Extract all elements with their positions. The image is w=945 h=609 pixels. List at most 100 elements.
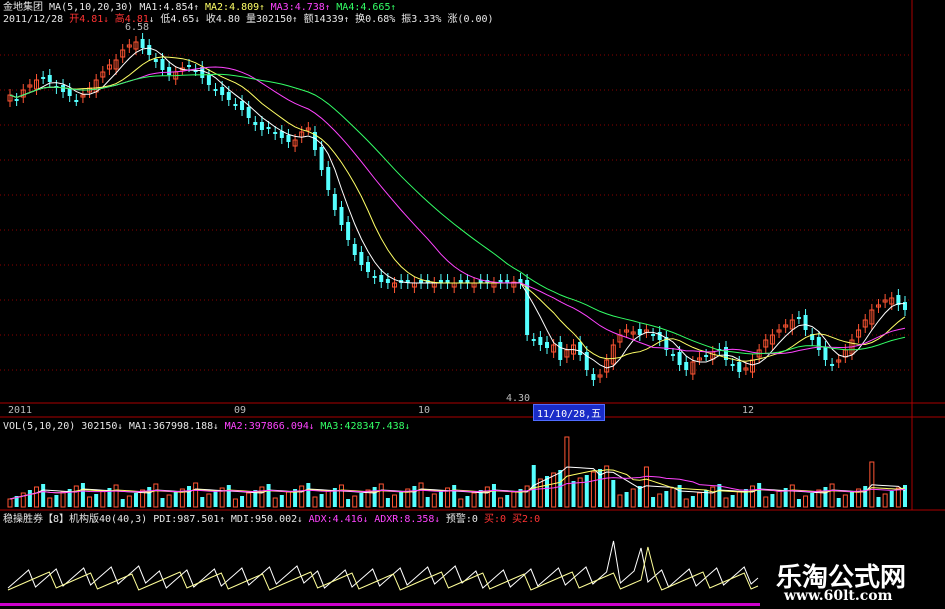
candle-body	[226, 92, 231, 100]
volume-bar	[630, 488, 636, 508]
volume-bar	[259, 486, 265, 508]
volume-header: VOL(5,10,20) 302150↓ MA1:367998.188↓ MA2…	[3, 421, 410, 433]
volume-bar	[491, 484, 496, 507]
down-arrow-icon: ↓	[434, 515, 440, 525]
volume-bar	[173, 492, 178, 507]
candle-body	[326, 167, 331, 190]
ma-settings-label[interactable]: MA(5,10,20,30)	[49, 2, 133, 13]
candle-body	[160, 59, 165, 70]
volume-bar	[113, 484, 119, 508]
candle-body	[379, 275, 384, 282]
volume-indicator-label[interactable]: VOL(5,10,20)	[3, 421, 75, 432]
stock-name[interactable]: 金地集团	[3, 2, 43, 13]
amplitude-value: 振3.33%	[401, 14, 442, 25]
time-axis-label: 12	[742, 405, 755, 416]
down-arrow-icon: ↓	[404, 422, 411, 432]
volume-current: 302150	[81, 421, 118, 432]
pdi-line	[7, 540, 759, 589]
volume-bar	[465, 496, 470, 507]
volume-bar	[153, 483, 159, 508]
candle-body	[796, 317, 801, 319]
down-arrow-icon: ↓	[308, 422, 315, 432]
volume-bar	[571, 481, 576, 507]
volume-bar	[100, 490, 106, 508]
volume-ma2: MA2:397866.094	[224, 421, 309, 432]
mdi-value: MDI:950.002	[230, 514, 298, 525]
candle-body	[730, 364, 735, 366]
volume-bar	[664, 491, 669, 507]
volume-bar	[895, 487, 901, 508]
volume-bar	[484, 486, 490, 508]
volume-bar	[7, 498, 13, 508]
volume-bar	[643, 466, 649, 508]
volume-bar	[392, 494, 398, 508]
candle-body	[332, 194, 337, 210]
volume-bar	[399, 492, 404, 507]
grid-lines	[0, 54, 912, 371]
candle-body	[366, 262, 370, 272]
volume-bar	[147, 487, 152, 507]
volume-bar	[736, 491, 742, 508]
volume-bar	[524, 485, 530, 508]
volume-bar	[730, 495, 735, 507]
volume-bar	[842, 494, 848, 508]
volume-bar	[372, 487, 377, 507]
price-header: 金地集团 MA(5,10,20,30) MA1:4.854↑ MA2:4.809…	[3, 2, 396, 14]
buy2-value: 买2:0	[512, 514, 541, 525]
volume-bar	[670, 487, 676, 508]
volume-bar	[160, 498, 165, 507]
indicator-name[interactable]: 稳操胜券【8】机构版40(40,3)	[3, 514, 147, 525]
candle-body	[823, 347, 828, 360]
volume-bar	[505, 495, 510, 507]
volume-bar	[34, 486, 40, 508]
indicator-lines	[7, 540, 759, 591]
indicator-baseline	[0, 603, 760, 606]
volume-bar	[232, 498, 238, 508]
candle-body	[339, 207, 344, 225]
ma-line	[9, 73, 906, 355]
volume-bar	[829, 483, 835, 508]
volume-bar	[657, 493, 663, 508]
volume-ma3: MA3:428347.438	[320, 421, 405, 432]
volume-bar	[346, 499, 351, 507]
candle-body	[233, 104, 238, 106]
volume-bar	[545, 476, 549, 507]
volume-bar	[710, 486, 716, 508]
candle-body	[220, 87, 225, 95]
ma-line	[9, 47, 905, 369]
volume-bar	[770, 494, 775, 507]
volume-bar	[776, 490, 782, 508]
up-arrow-icon: ↑	[390, 3, 396, 13]
volume-bar	[285, 491, 291, 508]
volume-bar	[206, 493, 212, 508]
volume-bar	[306, 483, 311, 507]
watermark-url: www.60lt.com	[784, 588, 893, 604]
volume-bar	[617, 494, 623, 508]
candle-body	[704, 355, 709, 357]
volume-bar	[325, 490, 331, 508]
volume-bar	[452, 485, 457, 507]
candle-body	[538, 337, 543, 345]
volume-bar	[471, 492, 477, 508]
candle-body	[637, 329, 642, 335]
volume-bar	[246, 492, 252, 508]
volume-bar	[418, 482, 424, 508]
candle-body	[803, 315, 808, 330]
volume-bars	[7, 436, 907, 508]
candle-body	[385, 279, 390, 283]
volume-bar	[624, 492, 629, 507]
ma-line	[9, 66, 906, 355]
volume-bar	[651, 497, 656, 507]
down-arrow-icon: ↓	[103, 15, 109, 25]
buy-value: 买:0	[483, 514, 507, 525]
volume-bar	[279, 495, 284, 507]
candle-body	[61, 85, 66, 92]
up-arrow-icon: ↑	[259, 3, 265, 13]
candle-body	[67, 89, 72, 96]
volume-bar	[312, 496, 318, 508]
volume-bar	[73, 485, 79, 508]
volume-bar	[60, 491, 66, 508]
volume-bar	[385, 498, 390, 507]
candle-body	[531, 339, 536, 341]
candle-body	[578, 342, 583, 355]
